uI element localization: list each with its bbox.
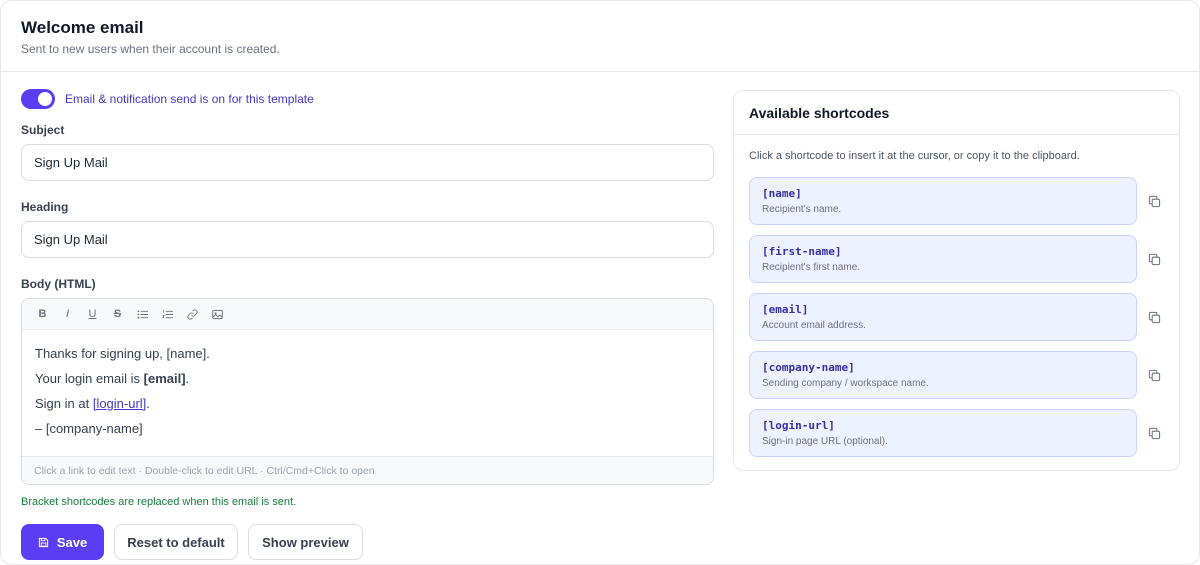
link-icon (187, 308, 198, 320)
send-toggle-label: Email & notification send is on for this… (65, 92, 314, 106)
shortcode-desc: Account email address. (762, 320, 866, 331)
save-button[interactable]: Save (21, 524, 104, 560)
heading-label: Heading (21, 200, 69, 214)
send-toggle-row: Email & notification send is on for this… (21, 89, 715, 109)
shortcode-desc: Sign-in page URL (optional). (762, 436, 888, 447)
page-header: Welcome email Sent to new users when the… (1, 1, 1199, 72)
page-subtitle: Sent to new users when their account is … (21, 42, 280, 56)
shortcode-row: [email] Account email address. (749, 293, 1164, 341)
copy-shortcode-button[interactable] (1144, 307, 1164, 327)
reset-button[interactable]: Reset to default (114, 524, 238, 560)
body-label: Body (HTML) (21, 277, 96, 291)
shortcode-code: [first-name] (762, 245, 842, 258)
preview-button[interactable]: Show preview (248, 524, 363, 560)
body-line: Thanks for signing up, [name]. (35, 346, 210, 361)
copy-shortcode-button[interactable] (1144, 249, 1164, 269)
editor-content[interactable]: Thanks for signing up, [name]. Your logi… (22, 330, 713, 456)
shortcode-chip-company-name[interactable]: [company-name] Sending company / workspa… (749, 351, 1138, 399)
shortcode-list: [name] Recipient's name. [first-name] Re… (734, 177, 1179, 457)
template-form: Email & notification send is on for this… (21, 89, 715, 560)
bullet-list-icon (137, 309, 148, 319)
shortcode-chip-first-name[interactable]: [first-name] Recipient's first name. (749, 235, 1138, 283)
shortcodes-intro: Click a shortcode to insert it at the cu… (749, 150, 1080, 162)
numbered-list-button[interactable] (157, 304, 178, 324)
copy-icon (1148, 311, 1160, 323)
italic-button[interactable]: I (57, 304, 78, 324)
copy-shortcode-button[interactable] (1144, 423, 1164, 443)
body-editor: B I U S Thanks for signing up, [name]. Y… (21, 298, 714, 485)
shortcode-chip-email[interactable]: [email] Account email address. (749, 293, 1138, 341)
shortcode-desc: Recipient's name. (762, 204, 842, 215)
body-line: Your login email is [email]. (35, 371, 190, 386)
body-line: Sign in at [login-url]. (35, 396, 150, 411)
bullet-list-button[interactable] (132, 304, 153, 324)
shortcode-code: [email] (762, 303, 809, 316)
page-title: Welcome email (21, 18, 144, 37)
link-button[interactable] (182, 304, 203, 324)
email-template-card: Welcome email Sent to new users when the… (0, 0, 1200, 565)
copy-shortcode-button[interactable] (1144, 365, 1164, 385)
shortcode-chip-name[interactable]: [name] Recipient's name. (749, 177, 1138, 225)
shortcodes-panel: Available shortcodes Click a shortcode t… (733, 90, 1180, 471)
shortcode-code: [company-name] (762, 361, 855, 374)
save-icon (38, 537, 48, 547)
form-actions: Save Reset to default Show preview (21, 524, 715, 560)
body-line: – [company-name] (35, 421, 143, 436)
shortcode-chip-login-url[interactable]: [login-url] Sign-in page URL (optional). (749, 409, 1138, 457)
shortcode-desc: Recipient's first name. (762, 262, 861, 273)
image-icon (212, 309, 223, 319)
copy-icon (1148, 369, 1160, 381)
save-label: Save (56, 534, 88, 550)
shortcodes-title: Available shortcodes (734, 91, 1179, 135)
heading-input[interactable] (21, 221, 714, 258)
strikethrough-button[interactable]: S (107, 304, 128, 324)
image-button[interactable] (207, 304, 228, 324)
subject-label: Subject (21, 123, 65, 137)
shortcode-row: [company-name] Sending company / workspa… (749, 351, 1164, 399)
editor-hint: Click a link to edit text · Double-click… (22, 456, 713, 484)
shortcode-row: [login-url] Sign-in page URL (optional). (749, 409, 1164, 457)
copy-icon (1148, 195, 1160, 207)
underline-button[interactable]: U (82, 304, 103, 324)
copy-icon (1148, 253, 1160, 265)
replace-hint: Bracket shortcodes are replaced when thi… (21, 496, 297, 508)
editor-toolbar: B I U S (22, 299, 713, 330)
copy-shortcode-button[interactable] (1144, 191, 1164, 211)
copy-icon (1148, 427, 1160, 439)
login-url-link[interactable]: [login-url] (93, 396, 146, 411)
shortcode-desc: Sending company / workspace name. (762, 378, 929, 389)
bold-button[interactable]: B (32, 304, 53, 324)
shortcode-code: [login-url] (762, 419, 835, 432)
numbered-list-icon (162, 309, 173, 318)
subject-input[interactable] (21, 144, 714, 181)
shortcode-code: [name] (762, 187, 802, 200)
toggle-knob (38, 92, 52, 106)
shortcode-row: [name] Recipient's name. (749, 177, 1164, 225)
shortcode-row: [first-name] Recipient's first name. (749, 235, 1164, 283)
send-toggle[interactable] (21, 89, 55, 109)
